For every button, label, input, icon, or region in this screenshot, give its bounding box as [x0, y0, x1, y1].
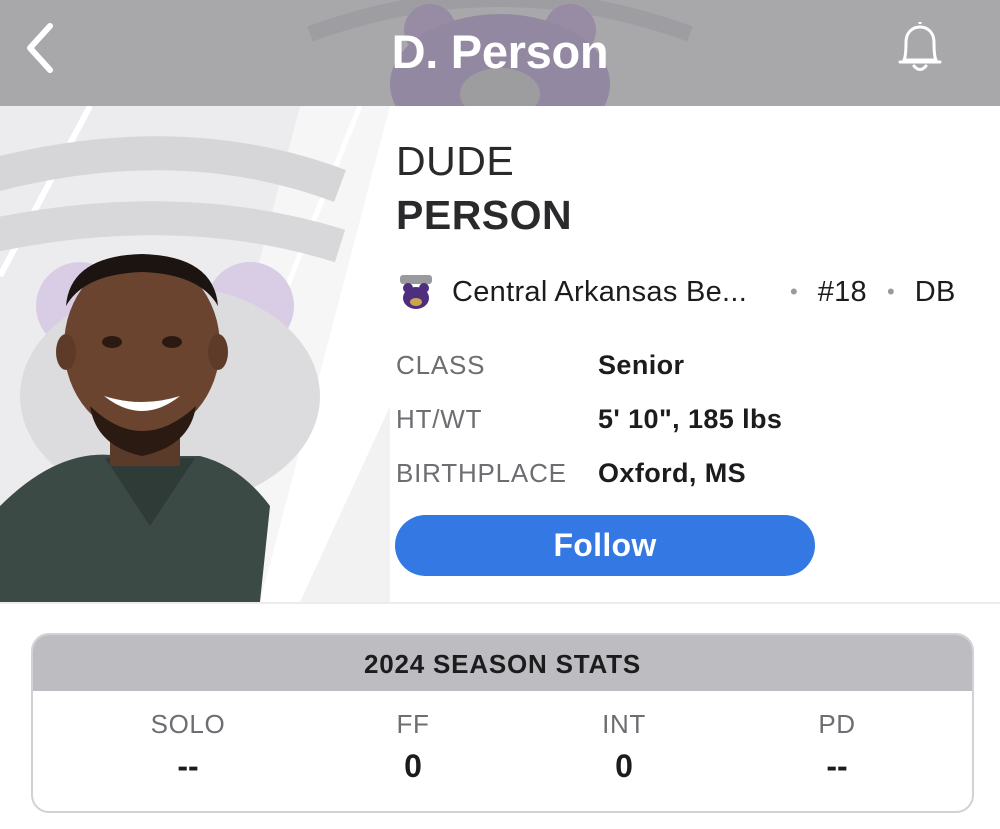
player-info-table: CLASS Senior HT/WT 5' 10", 185 lbs BIRTH… [396, 338, 782, 500]
stat-label: SOLO [150, 709, 226, 739]
bell-icon [898, 22, 942, 71]
team-row: Central Arkansas Be... • #18 • DB [396, 270, 986, 314]
player-photo [0, 106, 390, 602]
page-title: D. Person [391, 25, 609, 78]
stat-solo: SOLO -- [88, 709, 288, 785]
team-logo-icon [400, 275, 432, 309]
separator-dot: • [790, 279, 798, 304]
info-value: 5' 10", 185 lbs [598, 403, 783, 434]
season-stats-card: 2024 SEASON STATS SOLO -- FF 0 INT 0 PD … [31, 633, 974, 813]
player-first-name: DUDE [396, 138, 515, 184]
stat-value: 0 [615, 748, 633, 784]
info-label: CLASS [396, 349, 486, 380]
player-hero: DUDE PERSON Central Arkansas Be... • #18… [0, 106, 1000, 602]
info-row-height-weight: HT/WT 5' 10", 185 lbs [396, 392, 782, 446]
info-label: BIRTHPLACE [396, 457, 567, 488]
info-value: Oxford, MS [598, 457, 747, 488]
jersey-number: #18 [817, 275, 867, 308]
stat-label: PD [818, 709, 856, 739]
info-value: Senior [598, 349, 685, 380]
info-row-birthplace: BIRTHPLACE Oxford, MS [396, 446, 782, 500]
stat-pd: PD -- [737, 709, 937, 785]
player-last-name: PERSON [396, 192, 573, 238]
team-name-link[interactable]: Central Arkansas Be... [452, 276, 770, 309]
season-stats-title: 2024 SEASON STATS [33, 635, 972, 691]
section-divider [0, 602, 1000, 604]
follow-button[interactable]: Follow [395, 515, 815, 576]
info-row-class: CLASS Senior [396, 338, 782, 392]
notifications-button[interactable] [892, 18, 948, 78]
nav-header: D. Person [0, 0, 1000, 106]
stat-value: -- [826, 748, 848, 784]
stat-value: 0 [404, 748, 422, 784]
stats-grid: SOLO -- FF 0 INT 0 PD -- [33, 691, 972, 811]
stat-int: INT 0 [524, 709, 724, 785]
stat-label: INT [602, 709, 646, 739]
stat-label: FF [396, 709, 430, 739]
separator-dot: • [887, 279, 895, 304]
info-label: HT/WT [396, 403, 483, 434]
player-position: DB [914, 275, 956, 308]
stat-value: -- [177, 748, 199, 784]
stat-ff: FF 0 [313, 709, 513, 785]
